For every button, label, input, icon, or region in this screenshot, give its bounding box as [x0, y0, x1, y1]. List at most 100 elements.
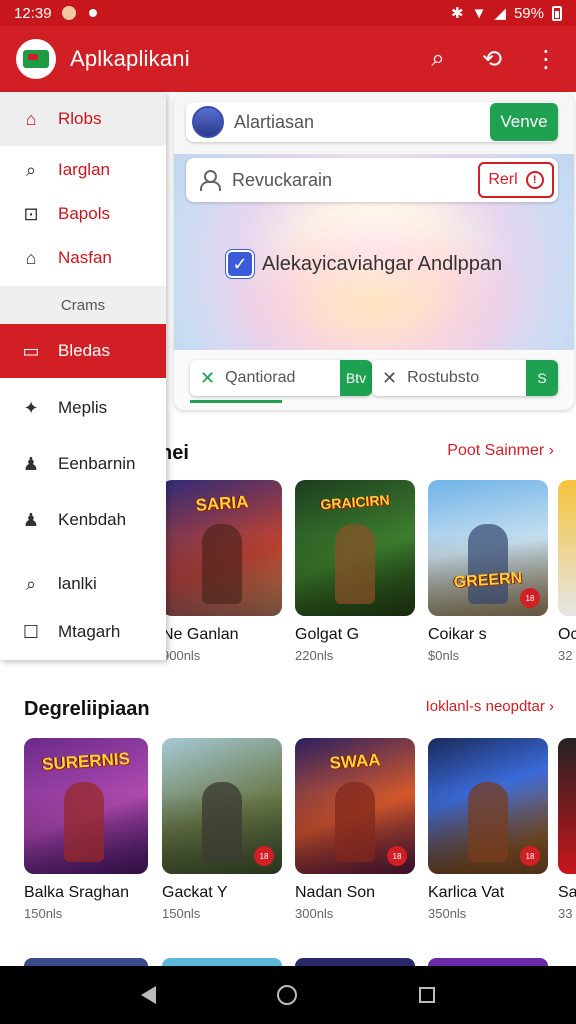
- section-2-header: Degreliipiaan Ioklanl-s neopdtar ›: [0, 698, 576, 728]
- notification-icon: [61, 6, 76, 20]
- game-card[interactable]: SWAA 18 Nadan Son 300nls: [295, 738, 415, 921]
- game-character: [202, 524, 242, 604]
- drawer-item-maps[interactable]: ✦ Meplis: [0, 382, 166, 434]
- navigation-drawer: ⌂ Rlobs ⌕ Iarglan ⊡ Bapols ⌂ Nasfan Cram…: [0, 92, 166, 660]
- game-thumbnail[interactable]: SWAA 18: [295, 738, 415, 874]
- verify-button[interactable]: Venve: [490, 103, 558, 141]
- chip-left[interactable]: ✕ Qantiorad Btv: [190, 360, 372, 396]
- game-character: [468, 524, 508, 604]
- game-logo-text: SWAA: [328, 750, 382, 773]
- hero-banner[interactable]: ✓ Alekayicaviahgar Andlppan: [226, 250, 502, 278]
- game-card[interactable]: 18 Karlica Vat 350nls: [428, 738, 548, 921]
- square-icon: ☐: [22, 621, 40, 642]
- game-card-partial[interactable]: Oc 32: [558, 480, 576, 663]
- game-title: Coikar s: [428, 626, 487, 643]
- drawer-item-contacts[interactable]: ♟ Kenbdah: [0, 494, 166, 546]
- game-title: Oc: [558, 626, 576, 643]
- game-thumbnail[interactable]: GRAICIRN: [295, 480, 415, 616]
- recents-icon[interactable]: [419, 987, 436, 1003]
- people-icon: ♟: [22, 509, 40, 530]
- battery-icon: [552, 5, 562, 21]
- drawer-item-apps[interactable]: ⊡ Bapols: [0, 192, 166, 236]
- hero-panel: Alartiasan Venve Revuckarain Rerl ! ✓ Al…: [174, 92, 574, 410]
- game-size: 300nls: [295, 906, 334, 921]
- signal-icon: ◢: [494, 5, 506, 22]
- game-character: [64, 782, 104, 862]
- chip-right[interactable]: ✕ Rostubsto S: [372, 360, 558, 396]
- home-button-icon[interactable]: [277, 985, 298, 1005]
- search-row[interactable]: Revuckarain Rerl !: [186, 158, 558, 202]
- bluetooth-icon: ✱: [450, 5, 464, 22]
- game-thumbnail[interactable]: [558, 738, 576, 874]
- age-rating-badge: 18: [254, 846, 274, 866]
- age-rating-badge: 18: [520, 846, 540, 866]
- search-icon: ⌕: [25, 159, 37, 180]
- section-1-link-text: Poot Sainmer: [447, 442, 545, 459]
- close-icon[interactable]: ✕: [200, 368, 215, 389]
- battery-level: 59%: [513, 4, 544, 22]
- drawer-item-active[interactable]: ▭ Bledas: [0, 324, 166, 378]
- chip-left-button[interactable]: Btv: [340, 360, 372, 396]
- progress-indicator: [190, 400, 282, 403]
- drawer-item-store[interactable]: ⌂ Nasfan: [0, 236, 166, 280]
- status-bar: 12:39 ✱ ▼ ◢ 59%: [0, 0, 576, 26]
- game-title: Karlica Vat: [428, 884, 505, 901]
- game-size: $0nls: [428, 648, 460, 663]
- drawer-category-header: Crams: [0, 286, 166, 324]
- game-thumbnail[interactable]: SURERNIS: [24, 738, 148, 874]
- game-card[interactable]: SARIA Ne Ganlan 900nls: [162, 480, 282, 663]
- back-icon[interactable]: [140, 986, 156, 1004]
- account-row[interactable]: Alartiasan Venve: [186, 102, 558, 142]
- wifi-icon: ▼: [471, 4, 487, 22]
- drawer-item-manager[interactable]: ☐ Mtagarh: [0, 606, 166, 658]
- search-text: Revuckarain: [232, 169, 333, 190]
- system-nav-bar: [0, 966, 576, 1024]
- game-card[interactable]: SURERNIS Balka Sraghan 150nls: [24, 738, 148, 921]
- game-title: Sa: [558, 884, 576, 901]
- game-title: Nadan Son: [295, 884, 376, 901]
- chip-right-button[interactable]: S: [526, 360, 558, 396]
- drawer-item-search-2[interactable]: ⌕ lanlki: [0, 558, 166, 610]
- drawer-item-label: Rlobs: [58, 109, 102, 128]
- drawer-item-label: Nasfan: [58, 248, 112, 267]
- game-thumbnail[interactable]: 18: [428, 738, 548, 874]
- section-2-see-more[interactable]: Ioklanl-s neopdtar ›: [426, 698, 554, 715]
- drawer-item-label: Kenbdah: [58, 510, 127, 529]
- avatar[interactable]: [192, 106, 224, 138]
- check-icon: ✓: [226, 250, 254, 278]
- outlined-red-button[interactable]: Rerl !: [478, 162, 554, 198]
- game-title: Golgat G: [295, 626, 360, 643]
- share-icon[interactable]: ⟲: [478, 45, 506, 74]
- app-title: Aplkaplikani: [70, 46, 190, 71]
- game-thumbnail[interactable]: [558, 480, 576, 616]
- more-vert-icon[interactable]: ⋮: [532, 45, 560, 74]
- drawer-item-label: Mtagarh: [58, 622, 121, 641]
- game-size: 150nls: [24, 906, 63, 921]
- section-2-link-text: Ioklanl-s neopdtar: [425, 698, 545, 715]
- game-character: [468, 782, 508, 862]
- game-thumbnail[interactable]: SARIA: [162, 480, 282, 616]
- section-1-see-more[interactable]: Poot Sainmer ›: [447, 442, 554, 460]
- drawer-category-label: Crams: [60, 296, 106, 314]
- drawer-item-people[interactable]: ♟ Eenbarnin: [0, 438, 166, 490]
- game-thumbnail[interactable]: GREERN 18: [428, 480, 548, 616]
- game-card[interactable]: GREERN 18 Coikar s $0nls: [428, 480, 548, 663]
- square-dot-icon: ⊡: [23, 203, 39, 224]
- game-card[interactable]: GRAICIRN Golgat G 220nls: [295, 480, 415, 663]
- game-size: 900nls: [162, 648, 201, 663]
- drawer-item-home[interactable]: ⌂ Rlobs: [0, 92, 166, 146]
- store-icon: ⌂: [25, 247, 37, 268]
- game-title: Balka Sraghan: [24, 884, 129, 901]
- drawer-item-label: Bapols: [58, 204, 110, 223]
- game-size: 33: [558, 906, 573, 921]
- close-icon[interactable]: ✕: [382, 368, 397, 389]
- game-card-partial[interactable]: Sa 33: [558, 738, 576, 921]
- game-thumbnail[interactable]: 18: [162, 738, 282, 874]
- home-icon: ⌂: [25, 108, 37, 129]
- game-card[interactable]: 18 Gackat Y 150nls: [162, 738, 282, 921]
- search-icon[interactable]: ⌕: [424, 45, 452, 73]
- drawer-item-search[interactable]: ⌕ Iarglan: [0, 148, 166, 192]
- game-size: 350nls: [428, 906, 467, 921]
- account-name: Alartiasan: [234, 111, 315, 132]
- drawer-item-label: Bledas: [58, 341, 110, 360]
